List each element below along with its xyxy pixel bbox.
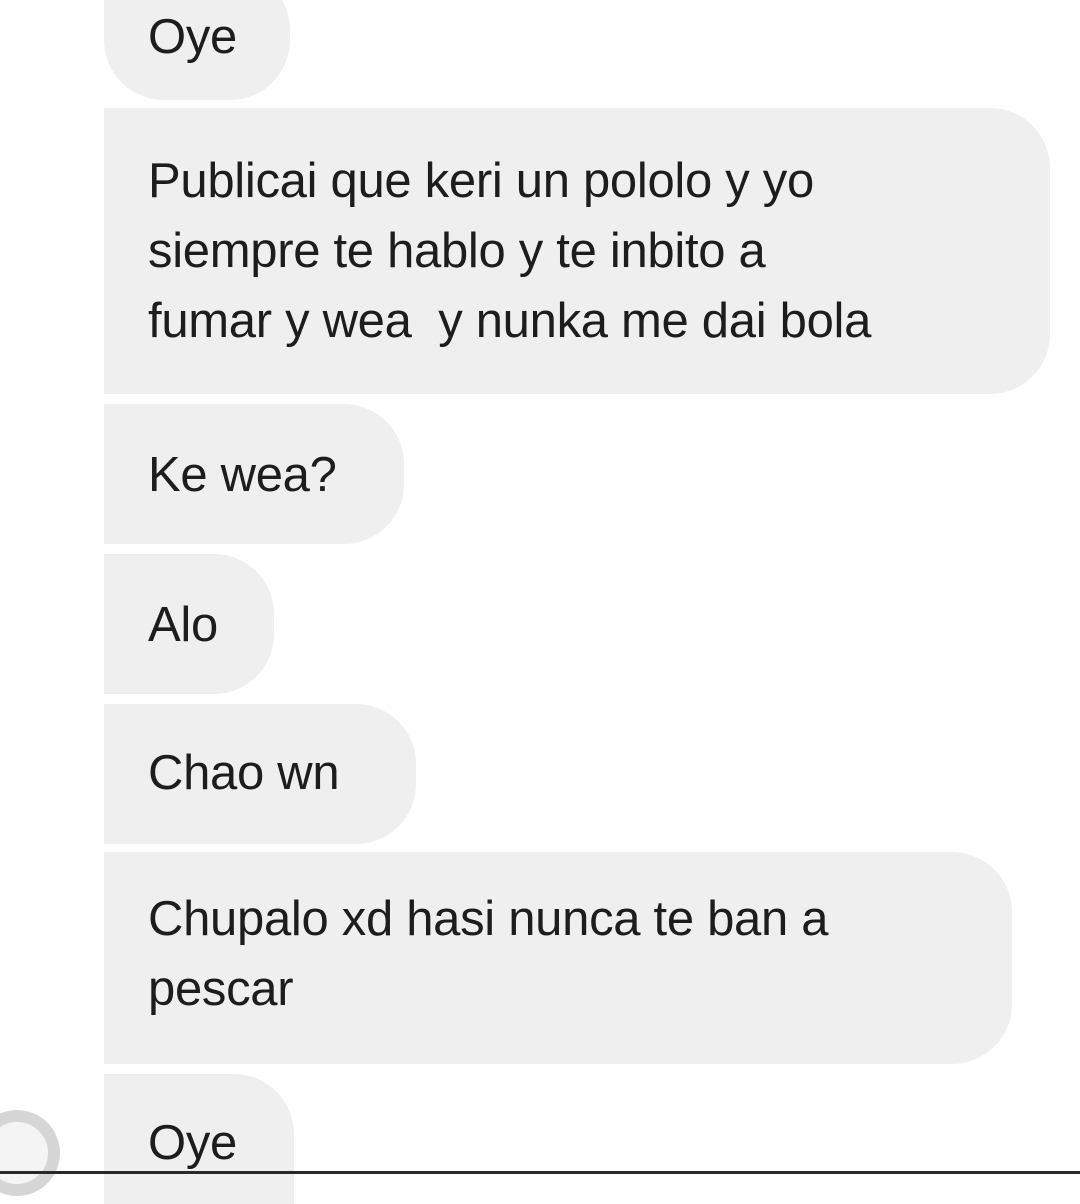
message-bubble[interactable]: Alo xyxy=(104,554,274,694)
message-thread: Oye Publicai que keri un pololo y yo sie… xyxy=(0,0,1080,1204)
message-bubble[interactable]: Publicai que keri un pololo y yo siempre… xyxy=(104,108,1050,394)
message-bubble[interactable]: Chupalo xd hasi nunca te ban a pescar xyxy=(104,852,1012,1064)
message-bubble[interactable]: Ke wea? xyxy=(104,404,404,544)
sender-avatar[interactable] xyxy=(0,1110,60,1196)
message-bubble[interactable]: Oye xyxy=(104,1074,294,1204)
message-bubble[interactable]: Chao wn xyxy=(104,704,416,844)
message-bubble[interactable]: Oye xyxy=(104,0,290,100)
